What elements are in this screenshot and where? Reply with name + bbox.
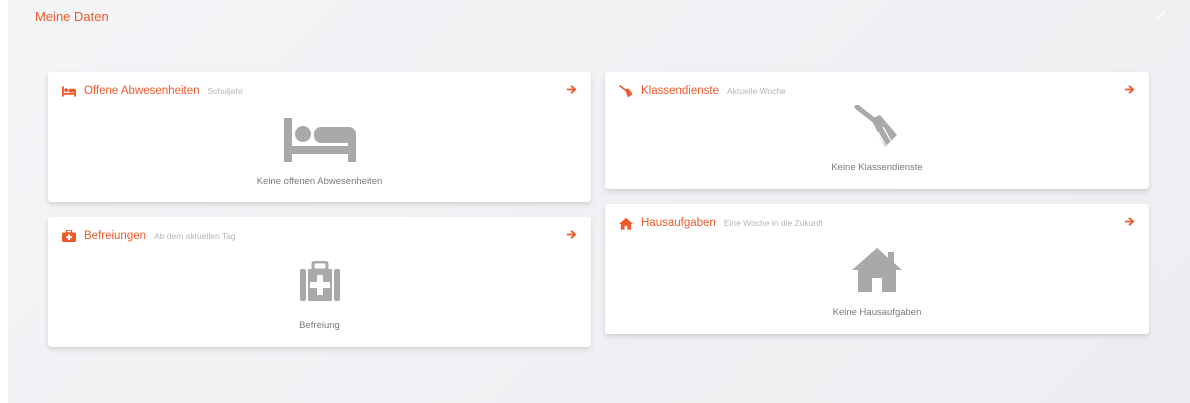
bed-large-icon <box>283 118 356 162</box>
first-aid-kit-large-icon <box>299 261 340 301</box>
homework-subtitle: Eine Woche in die Zukunft <box>723 218 823 228</box>
exemptions-title: Befreiungen <box>84 230 147 242</box>
duties-card-header: Klassendienste Aktuelle Woche <box>619 82 1135 100</box>
absences-card: Offene Abwesenheiten Schuljahr Keine off… <box>48 72 591 202</box>
duties-title: Klassendienste <box>641 85 719 97</box>
duties-card: Klassendienste Aktuelle Woche Keine Klas… <box>605 72 1149 189</box>
broom-icon <box>619 84 633 98</box>
exemptions-card: Befreiungen Ab dem aktuellen Tag Befreiu… <box>48 217 591 347</box>
dashboard-page: Meine Daten Offene Abwesenheiten Schulja… <box>8 0 1190 403</box>
bed-icon <box>62 84 76 98</box>
exemptions-arrow-right-icon[interactable] <box>566 229 577 240</box>
broom-large-icon <box>854 105 897 147</box>
duties-subtitle: Aktuelle Woche <box>727 86 786 96</box>
homework-empty-text: Keine Hausaufgaben <box>832 307 922 318</box>
absences-title: Offene Abwesenheiten <box>84 85 200 97</box>
homework-arrow-right-icon[interactable] <box>1124 216 1135 227</box>
absences-empty-text: Keine offenen Abwesenheiten <box>256 176 383 187</box>
absences-arrow-right-icon[interactable] <box>566 84 577 95</box>
exemptions-subtitle: Ab dem aktuellen Tag <box>154 231 236 241</box>
exemptions-card-header: Befreiungen Ab dem aktuellen Tag <box>62 227 577 245</box>
house-icon <box>619 216 633 230</box>
absences-subtitle: Schuljahr <box>207 86 243 96</box>
duties-empty-text: Keine Klassendienste <box>831 162 923 173</box>
duties-arrow-right-icon[interactable] <box>1124 84 1135 95</box>
house-large-icon <box>852 248 902 292</box>
page-title: Meine Daten <box>35 9 109 24</box>
homework-card-header: Hausaufgaben Eine Woche in die Zukunft <box>619 214 1135 232</box>
exemptions-empty-text: Befreiung <box>299 320 340 331</box>
first-aid-kit-icon <box>62 229 76 243</box>
homework-title: Hausaufgaben <box>641 217 716 229</box>
absences-card-header: Offene Abwesenheiten Schuljahr <box>62 82 577 100</box>
homework-card: Hausaufgaben Eine Woche in die Zukunft K… <box>605 204 1149 334</box>
edit-icon[interactable] <box>1156 8 1168 20</box>
